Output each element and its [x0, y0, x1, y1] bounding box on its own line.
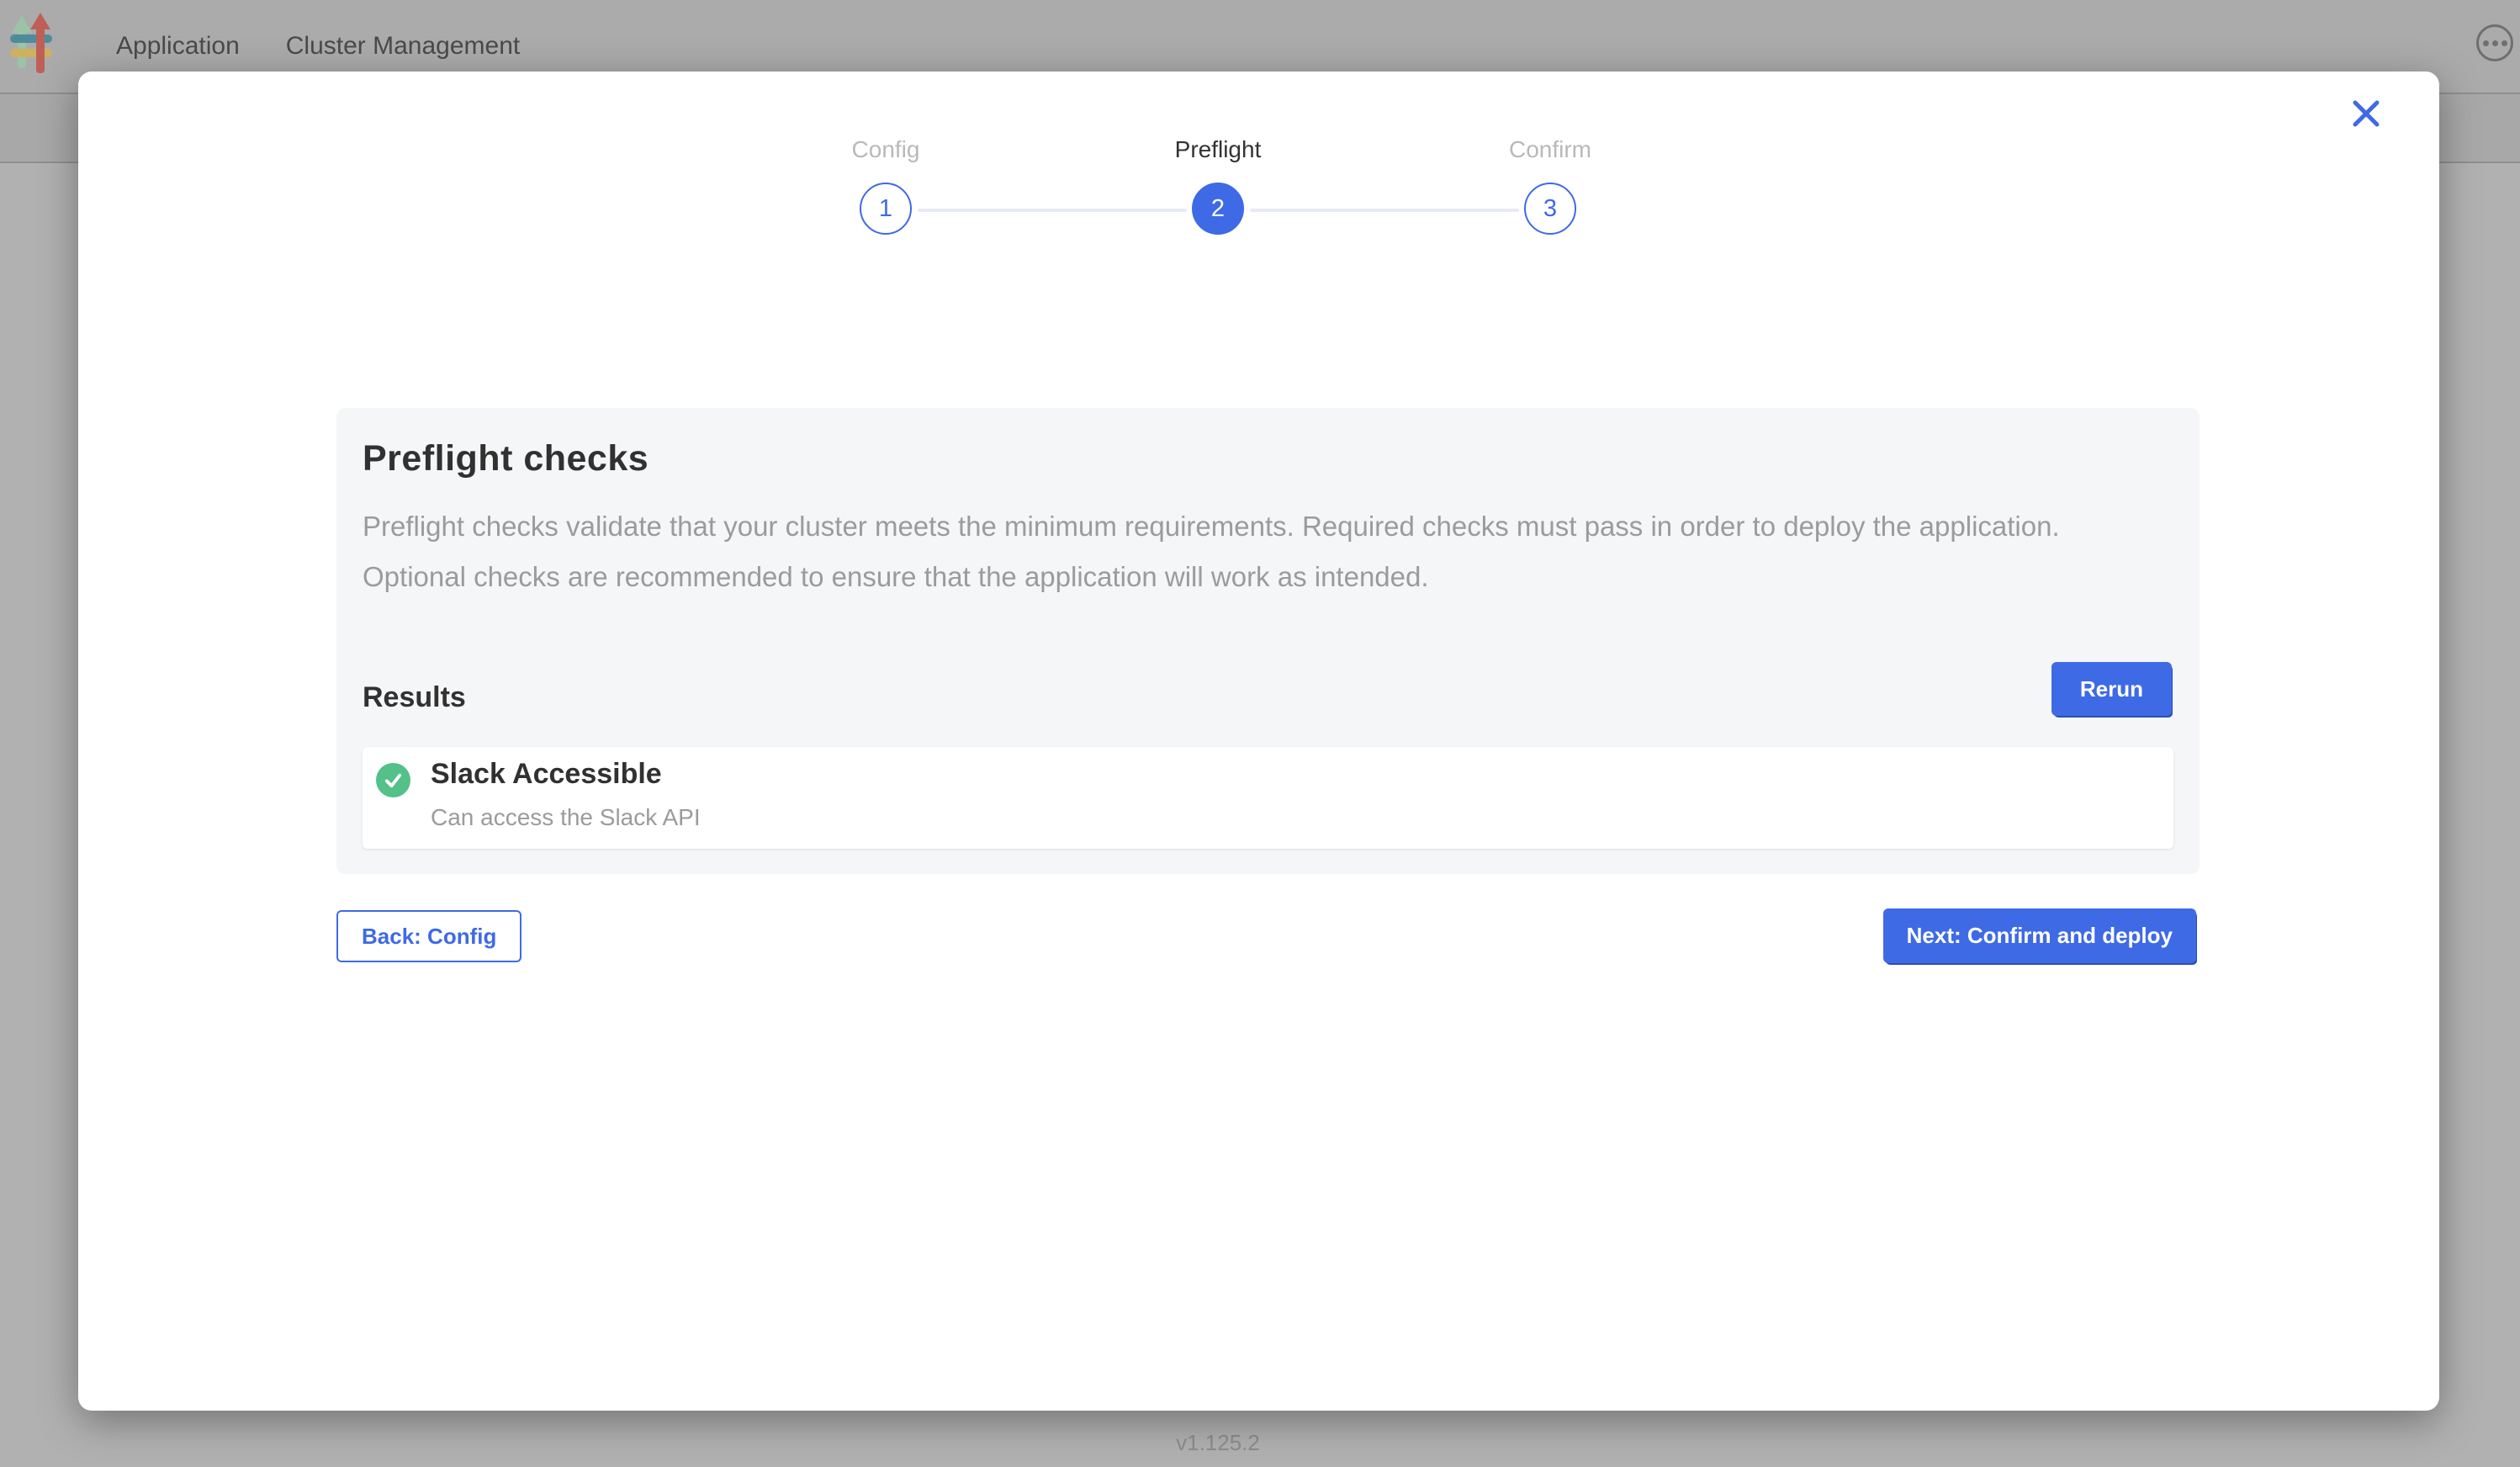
check-name: Slack Accessible	[431, 758, 662, 791]
step-preflight: Preflight 2	[1134, 135, 1302, 235]
check-icon	[376, 763, 410, 797]
results-heading: Results	[363, 681, 466, 714]
nav-tab-application[interactable]: Application	[116, 32, 240, 61]
panel-title: Preflight checks	[363, 438, 2173, 479]
nav-tab-cluster-management[interactable]: Cluster Management	[286, 32, 520, 61]
step-label: Config	[802, 135, 970, 165]
panel-description: Preflight checks validate that your clus…	[363, 501, 2120, 602]
step-config: Config 1	[802, 135, 970, 235]
step-label: Preflight	[1134, 135, 1302, 165]
check-result-row: Slack Accessible Can access the Slack AP…	[363, 747, 2173, 849]
rerun-button[interactable]: Rerun	[2051, 662, 2172, 716]
back-config-button[interactable]: Back: Config	[336, 910, 521, 962]
ellipsis-circle-icon[interactable]	[2476, 24, 2513, 61]
preflight-panel: Preflight checks Preflight checks valida…	[336, 408, 2200, 874]
preflight-modal: Config 1 Preflight 2 Confirm 3 Preflight…	[78, 71, 2439, 1411]
step-label: Confirm	[1466, 135, 1634, 165]
step-confirm: Confirm 3	[1466, 135, 1634, 235]
step-number-badge: 1	[860, 183, 912, 235]
check-detail: Can access the Slack API	[431, 804, 701, 831]
step-number-badge: 3	[1524, 183, 1576, 235]
step-number-badge: 2	[1192, 183, 1244, 235]
app-version-label: v1.125.2	[1134, 1430, 1302, 1456]
app-logo-icon	[8, 13, 54, 73]
close-icon	[2352, 99, 2380, 128]
next-confirm-deploy-button[interactable]: Next: Confirm and deploy	[1883, 908, 2196, 963]
close-button[interactable]	[2344, 92, 2388, 135]
